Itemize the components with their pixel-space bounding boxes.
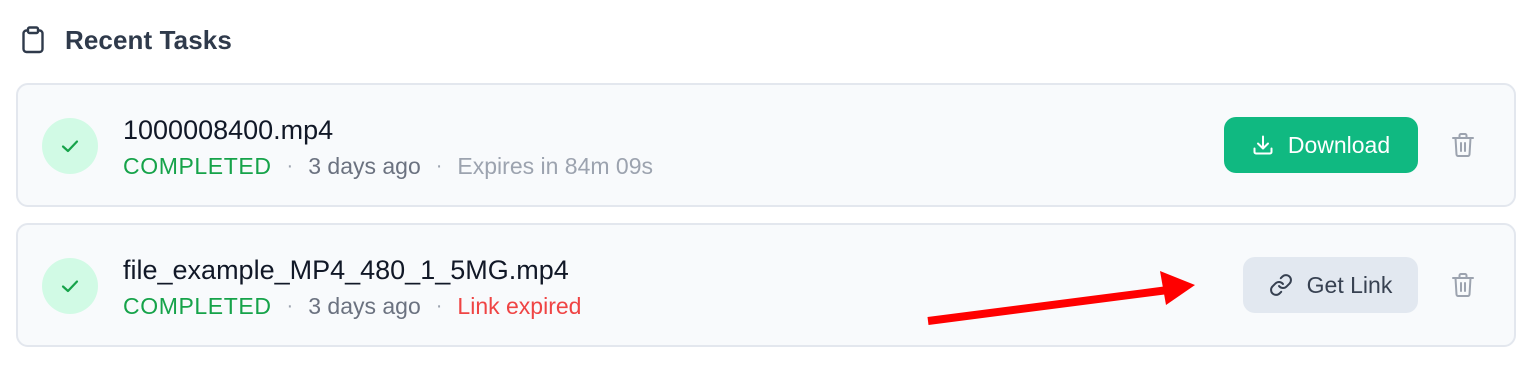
delete-task-button[interactable] — [1448, 270, 1478, 300]
meta-separator: · — [435, 295, 443, 317]
get-link-button[interactable]: Get Link — [1243, 257, 1418, 313]
task-age: 3 days ago — [308, 153, 421, 179]
section-title: Recent Tasks — [65, 24, 232, 55]
delete-task-button[interactable] — [1448, 130, 1478, 160]
download-button[interactable]: Download — [1224, 117, 1418, 173]
check-icon — [42, 258, 98, 314]
recent-tasks-page: Recent Tasks 1000008400.mp4 COMPLETED · … — [0, 0, 1530, 370]
trash-icon — [1451, 272, 1475, 298]
task-status: COMPLETED — [123, 293, 272, 319]
meta-separator: · — [435, 155, 443, 177]
download-icon — [1252, 134, 1274, 156]
task-status: COMPLETED — [123, 153, 272, 179]
task-meta: COMPLETED · 3 days ago · Expires in 84m … — [123, 153, 653, 180]
clipboard-icon — [20, 26, 46, 54]
link-icon — [1269, 273, 1293, 297]
task-expiry: Expires in 84m 09s — [457, 153, 654, 179]
task-link-expired: Link expired — [457, 293, 582, 319]
task-row: 1000008400.mp4 COMPLETED · 3 days ago · … — [16, 83, 1516, 207]
task-meta: COMPLETED · 3 days ago · Link expired — [123, 293, 581, 320]
task-row: file_example_MP4_480_1_5MG.mp4 COMPLETED… — [16, 223, 1516, 347]
task-file-name: 1000008400.mp4 — [123, 115, 334, 145]
get-link-button-label: Get Link — [1306, 271, 1393, 298]
task-age: 3 days ago — [308, 293, 421, 319]
task-list: 1000008400.mp4 COMPLETED · 3 days ago · … — [16, 83, 1516, 363]
meta-separator: · — [286, 295, 294, 317]
download-button-label: Download — [1287, 131, 1391, 158]
check-icon — [42, 118, 98, 174]
trash-icon — [1451, 132, 1475, 158]
section-header: Recent Tasks — [20, 22, 232, 58]
meta-separator: · — [286, 155, 294, 177]
task-file-name: file_example_MP4_480_1_5MG.mp4 — [123, 255, 569, 285]
